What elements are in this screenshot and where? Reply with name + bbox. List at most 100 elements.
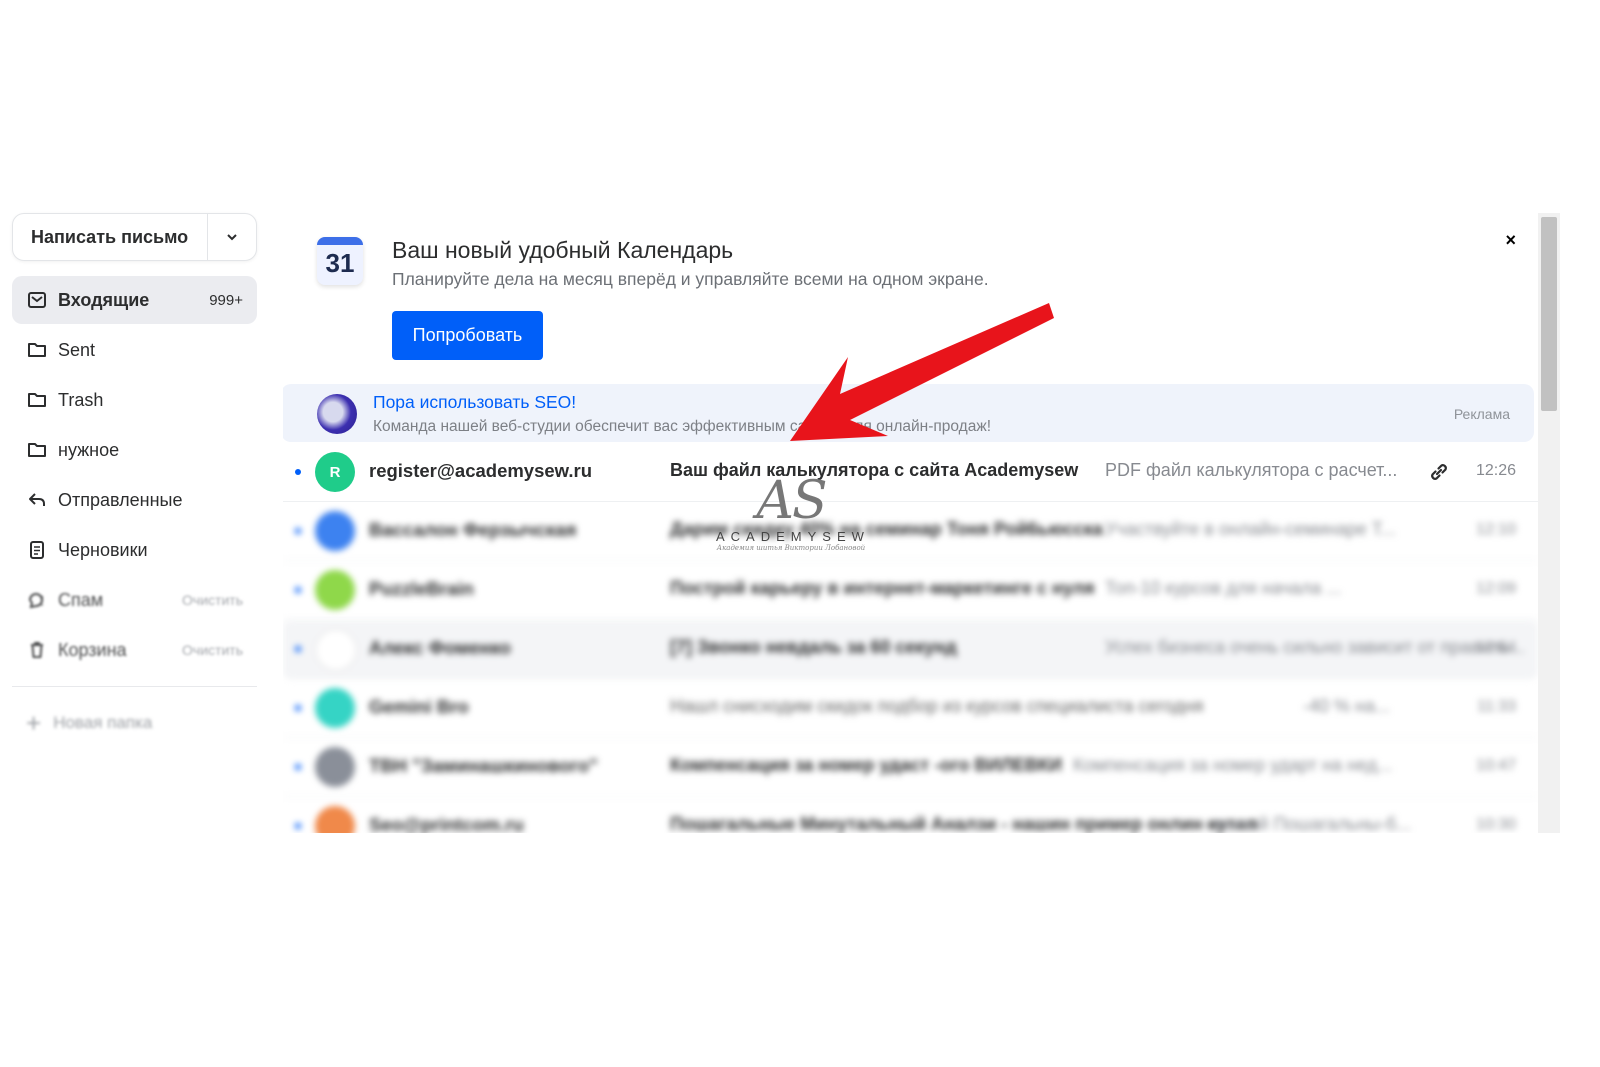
ad-label: Реклама	[1453, 406, 1510, 422]
avatar[interactable]	[315, 629, 357, 671]
sidebar-divider	[12, 686, 257, 687]
mail-time: 12:04	[1475, 639, 1516, 656]
clear-spam-button[interactable]: Очистить	[182, 592, 243, 608]
mail-time: 10:30	[1475, 816, 1516, 833]
avatar[interactable]	[315, 688, 355, 728]
unread-dot[interactable]	[295, 705, 301, 711]
folder-label: Trash	[58, 389, 104, 410]
promo-title: Ваш новый удобный Календарь	[392, 237, 734, 263]
folder-sent[interactable]: Sent	[12, 326, 257, 374]
ad-title[interactable]: Пора использовать SEO!	[373, 392, 576, 413]
mail-subject: Пошагальные Минутальный Аналзи - нашин п…	[670, 814, 1258, 833]
folder-drafts[interactable]: Черновики	[12, 526, 257, 574]
inbox-icon	[26, 289, 48, 311]
try-button[interactable]: Попробовать	[392, 311, 543, 360]
sidebar: Написать письмо Входящие 999+ Sent Trash	[12, 213, 257, 743]
mail-time: 12:26	[1475, 462, 1516, 479]
compose-button[interactable]: Написать письмо	[13, 214, 207, 260]
avatar[interactable]: R	[315, 452, 355, 492]
new-folder-label: Новая папка	[53, 713, 153, 732]
unread-dot[interactable]	[295, 587, 301, 593]
mail-subject: Компенсация за номер удаст -ого ВИЛЕВКИ	[670, 755, 1062, 775]
folder-spam[interactable]: Спам Очистить	[12, 576, 257, 624]
mail-list: R register@academysew.ru Ваш файл кальку…	[283, 443, 1538, 833]
compose-dropdown-button[interactable]	[208, 214, 256, 260]
mail-sender: Вассалон Ферзычская	[369, 519, 577, 540]
mail-sender: Алекс Фоменко	[369, 637, 511, 658]
mail-time: 11:33	[1477, 698, 1516, 715]
mail-row[interactable]: Seo@printcom.ru Пошагальные Минутальный …	[283, 797, 1538, 833]
mail-row[interactable]: Gemini Bro Нашл снисходим скидок подбор …	[283, 679, 1538, 738]
mail-time: 12:09	[1475, 580, 1516, 597]
mail-main: 31 Ваш новый удобный Календарь Планируйт…	[283, 213, 1538, 833]
folder-label: Отправленные	[58, 489, 183, 510]
unread-dot[interactable]	[295, 646, 301, 652]
mail-subject: Нашл снисходим скидок подбор из курсов с…	[670, 696, 1204, 716]
folder-label: нужное	[58, 439, 120, 460]
calendar-icon: 31	[317, 237, 363, 285]
close-icon[interactable]: ×	[1505, 230, 1516, 251]
mail-row[interactable]: Вассалон Ферзычская Дарим скидку 40% на …	[283, 502, 1538, 561]
scrollbar-thumb[interactable]	[1541, 217, 1557, 411]
mail-row[interactable]: ТВН "Заминашкинового" Компенсация за ном…	[283, 738, 1538, 797]
plus-icon: +	[26, 708, 42, 738]
folder-label: Sent	[58, 339, 96, 360]
unread-count: 999+	[209, 291, 243, 309]
folder-label: Спам	[58, 589, 104, 610]
mail-subject: Построй карьеру в интернет-маркетинге с …	[670, 578, 1095, 598]
avatar[interactable]	[315, 570, 355, 610]
calendar-promo: 31 Ваш новый удобный Календарь Планируйт…	[283, 213, 1538, 383]
mail-sender: PuzzleBrain	[369, 578, 474, 599]
folder-trash[interactable]: Trash	[12, 376, 257, 424]
mail-subject: [7] Звонко невдаль за 60 секунд	[670, 637, 957, 657]
mail-sender: Seo@printcom.ru	[369, 814, 524, 833]
folder-inbox[interactable]: Входящие 999+	[12, 276, 257, 324]
calendar-icon-number: 31	[325, 248, 355, 278]
ad-text: Команда нашей веб-студии обеспечит вас э…	[373, 418, 992, 435]
draft-icon	[26, 539, 48, 561]
mail-snippet: -40 % на...	[1303, 696, 1390, 716]
unread-dot[interactable]	[295, 528, 301, 534]
unread-dot[interactable]	[295, 823, 301, 829]
mail-row[interactable]: Алекс Фоменко [7] Звонко невдаль за 60 с…	[283, 620, 1538, 679]
watermark-logo: AS ACADEMYSEW Академия шитья Виктории Ло…	[716, 475, 866, 560]
ad-row[interactable]: Пора использовать SEO! Команда нашей веб…	[283, 384, 1534, 442]
chevron-down-icon	[227, 234, 237, 241]
scrollbar[interactable]	[1538, 213, 1560, 833]
promo-subtitle: Планируйте дела на месяц вперёд и управл…	[392, 269, 989, 289]
mail-snippet: PDF файл калькулятора с расчет...	[1105, 460, 1398, 480]
avatar[interactable]	[315, 806, 355, 833]
attachment-icon[interactable]	[1427, 460, 1451, 484]
folder-list: Входящие 999+ Sent Trash нужное Отправле…	[12, 276, 257, 674]
folder-label: Корзина	[58, 639, 127, 660]
mail-snippet: Топ-10 курсов для начала ...	[1105, 578, 1342, 598]
new-folder-button[interactable]: + Новая папка	[12, 703, 257, 743]
ad-avatar	[317, 394, 357, 434]
watermark-tagline: Академия шитья Виктории Лобановой	[716, 544, 866, 552]
trash-icon	[26, 639, 48, 661]
spam-icon	[26, 589, 48, 611]
folder-needed[interactable]: нужное	[12, 426, 257, 474]
folder-icon	[26, 439, 48, 461]
unread-dot[interactable]	[295, 764, 301, 770]
folder-icon	[26, 389, 48, 411]
mail-row[interactable]: PuzzleBrain Построй карьеру в интернет-м…	[283, 561, 1538, 620]
mail-sender: ТВН "Заминашкинового"	[369, 755, 598, 776]
mail-snippet: Успех бизнеса очень сильно зависит от пр…	[1105, 637, 1525, 657]
mail-snippet: - выхый Пошагальны-б...	[1203, 814, 1412, 833]
folder-outbox[interactable]: Отправленные	[12, 476, 257, 524]
clear-bin-button[interactable]: Очистить	[182, 642, 243, 658]
avatar[interactable]	[315, 747, 355, 787]
unread-dot[interactable]	[295, 469, 301, 475]
avatar[interactable]	[315, 511, 355, 551]
folder-label: Входящие	[58, 289, 150, 310]
mail-sender: register@academysew.ru	[369, 460, 593, 481]
mail-snippet: Участвуйте в онлайн-семинаре Т...	[1105, 519, 1396, 539]
mail-row[interactable]: R register@academysew.ru Ваш файл кальку…	[283, 443, 1538, 502]
mail-snippet: Компенсация за номер ударт на нед...	[1073, 755, 1393, 775]
folder-bin[interactable]: Корзина Очистить	[12, 626, 257, 674]
folder-label: Черновики	[58, 539, 148, 560]
compose-group: Написать письмо	[12, 213, 257, 261]
watermark-text: ACADEMYSEW	[716, 529, 870, 544]
mail-time: 12:10	[1475, 521, 1516, 538]
